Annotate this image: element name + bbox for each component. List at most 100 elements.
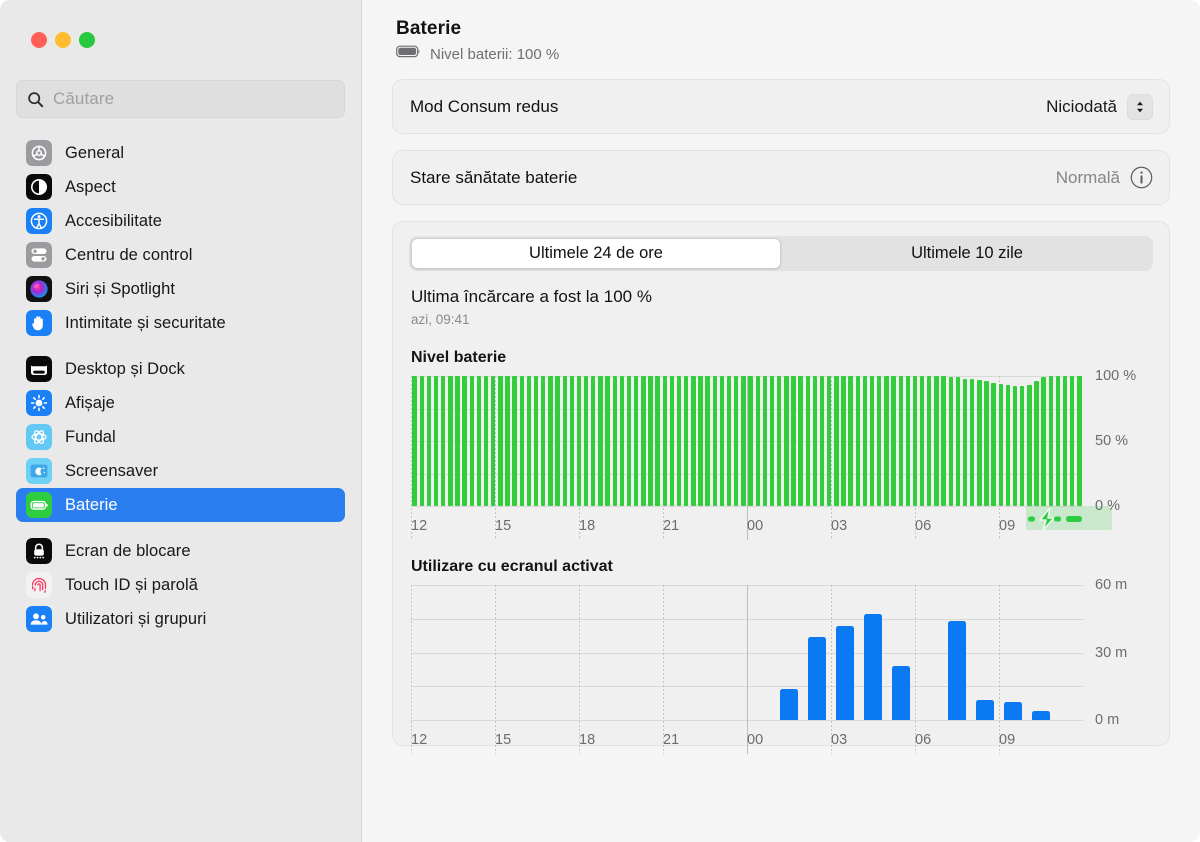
chart-bar xyxy=(455,376,460,506)
chart-bar xyxy=(476,376,482,506)
sidebar-nav: General Aspect Accesibilitate Centru de … xyxy=(0,136,361,636)
chart-bar xyxy=(1070,376,1075,506)
chart-bar xyxy=(808,636,826,720)
sidebar-item-label: Screensaver xyxy=(65,461,159,480)
chart-bar xyxy=(898,376,903,506)
chart-bar xyxy=(884,376,889,506)
battery-health-value: Normală xyxy=(1055,167,1120,187)
sidebar-item-desktop-dock[interactable]: Desktop și Dock xyxy=(16,352,345,386)
sidebar-item-appearance[interactable]: Aspect xyxy=(16,170,345,204)
chart-bar xyxy=(462,376,467,506)
chart-bar xyxy=(569,376,575,506)
low-power-value: Niciodată xyxy=(1046,96,1117,116)
chart-bar xyxy=(1012,386,1018,506)
x-axis-tick-label: 03 xyxy=(831,518,848,534)
sidebar-item-wallpaper[interactable]: Fundal xyxy=(16,420,345,454)
sidebar-item-label: Desktop și Dock xyxy=(65,359,185,378)
system-settings-window: Căutare General Aspect Accesibilitate Ce… xyxy=(0,0,1200,842)
info-circle-icon[interactable] xyxy=(1130,166,1153,189)
chart-bar xyxy=(641,376,646,506)
sidebar-item-general[interactable]: General xyxy=(16,136,345,170)
chart-bar xyxy=(948,377,953,506)
chart-bar xyxy=(1055,376,1061,506)
y-axis-tick-label: 50 % xyxy=(1095,433,1129,449)
chart-bar xyxy=(684,376,689,506)
chart-bar xyxy=(1005,385,1011,506)
sidebar-item-accessibility[interactable]: Accesibilitate xyxy=(16,204,345,238)
chart-bar xyxy=(662,376,667,506)
close-button[interactable] xyxy=(31,32,47,48)
x-axis-tick-label: 12 xyxy=(411,732,428,748)
search-icon xyxy=(27,91,44,108)
battery-level-bars xyxy=(411,376,1083,506)
chart-bar xyxy=(591,376,596,506)
chart-bar xyxy=(848,376,853,506)
chart-bar xyxy=(827,376,832,506)
x-axis-tick-label: 18 xyxy=(579,518,596,534)
users-groups-icon xyxy=(26,606,52,632)
chart-bar xyxy=(1020,386,1025,506)
screen-usage-chart-title: Utilizare cu ecranul activat xyxy=(411,558,613,575)
screen-usage-bars xyxy=(411,585,1083,720)
siri-icon xyxy=(26,276,52,302)
chart-bar xyxy=(583,376,589,506)
wallpaper-icon xyxy=(26,424,52,450)
chart-bar xyxy=(555,376,560,506)
sidebar-item-screensaver[interactable]: Screensaver xyxy=(16,454,345,488)
chart-bar xyxy=(619,376,625,506)
chart-bar xyxy=(934,376,939,506)
battery-health-label: Stare sănătate baterie xyxy=(410,167,578,187)
y-axis-tick-label: 30 m xyxy=(1095,644,1128,661)
chart-bar xyxy=(633,376,639,506)
sidebar-item-users-groups[interactable]: Utilizatori și grupuri xyxy=(16,602,345,636)
chart-bar xyxy=(412,376,417,506)
tab-last-24-hours[interactable]: Ultimele 24 de ore xyxy=(411,238,781,269)
charging-bolt-icon xyxy=(1027,507,1088,531)
x-axis-tick-label: 00 xyxy=(747,732,764,748)
sidebar-item-label: General xyxy=(65,143,125,162)
minimize-button[interactable] xyxy=(55,32,71,48)
chevron-updown-icon[interactable] xyxy=(1127,93,1153,120)
battery-icon xyxy=(26,492,52,518)
search-placeholder: Căutare xyxy=(53,89,115,108)
low-power-label: Mod Consum redus xyxy=(410,96,559,116)
battery-level-plot xyxy=(411,376,1112,540)
chart-bar xyxy=(819,376,825,506)
sidebar-item-displays[interactable]: Afișaje xyxy=(16,386,345,420)
chart-bar xyxy=(648,376,653,506)
sidebar-item-label: Siri și Spotlight xyxy=(65,279,175,298)
battery-level-summary: Nivel baterii: 100 % xyxy=(396,45,1166,63)
sidebar-item-lock-screen[interactable]: Ecran de blocare xyxy=(16,534,345,568)
sidebar-item-siri-spotlight[interactable]: Siri și Spotlight xyxy=(16,272,345,306)
low-power-row[interactable]: Mod Consum redus Niciodată xyxy=(393,80,1169,133)
sidebar-item-label: Afișaje xyxy=(65,393,115,412)
sidebar-item-battery[interactable]: Baterie xyxy=(16,488,345,522)
chart-bar xyxy=(927,376,932,506)
sidebar-item-control-center[interactable]: Centru de control xyxy=(16,238,345,272)
accessibility-icon xyxy=(26,208,52,234)
x-axis-tick-label: 09 xyxy=(999,518,1016,534)
chart-bar xyxy=(469,376,474,506)
y-axis-tick-label: 0 % xyxy=(1095,498,1120,514)
tab-last-10-days[interactable]: Ultimele 10 zile xyxy=(783,238,1151,269)
chart-bar xyxy=(426,376,432,506)
privacy-hand-icon xyxy=(26,310,52,336)
chart-bar xyxy=(512,376,517,506)
sidebar-item-label: Utilizatori și grupuri xyxy=(65,609,207,628)
chart-bar xyxy=(834,376,839,506)
search-field[interactable]: Căutare xyxy=(16,80,345,118)
gear-icon xyxy=(26,140,52,166)
zoom-button[interactable] xyxy=(79,32,95,48)
chart-bar xyxy=(691,376,696,506)
sidebar-item-label: Centru de control xyxy=(65,245,193,264)
chart-bar xyxy=(498,376,503,506)
x-axis-tick-label: 00 xyxy=(747,518,764,534)
chart-bar xyxy=(526,376,532,506)
chart-bar xyxy=(780,688,798,720)
chart-bar xyxy=(541,376,546,506)
battery-health-row[interactable]: Stare sănătate baterie Normală xyxy=(393,151,1169,204)
x-axis-tick-label: 21 xyxy=(663,732,680,748)
sidebar-item-touch-id[interactable]: Touch ID și parolă xyxy=(16,568,345,602)
screen-on-usage-chart: 0 m 30 m 60 m 12 15 18 21 00 03 06 09 xyxy=(409,577,1153,754)
sidebar-item-privacy-security[interactable]: Intimitate și securitate xyxy=(16,306,345,340)
